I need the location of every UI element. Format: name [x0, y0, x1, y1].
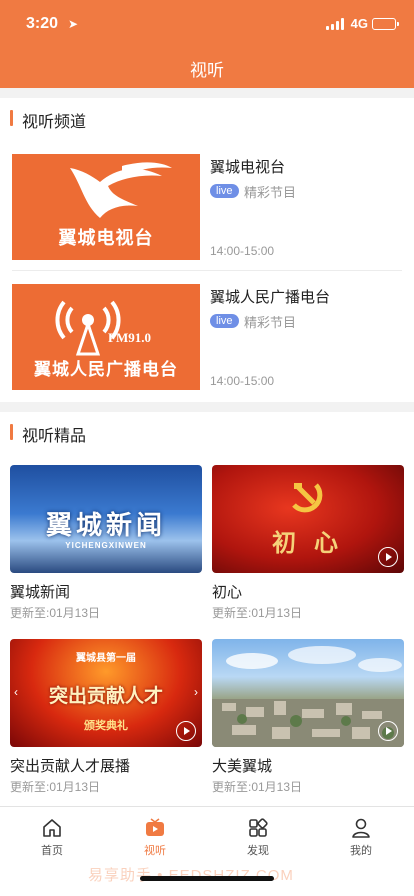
thumbnail-title: 翼城新闻 [45, 510, 166, 540]
divider [12, 270, 402, 271]
thumbnail-subtitle: YICHENGXINWEN [65, 541, 147, 550]
watermark-text: 易享助手 • EEDSHZIZ.COM [88, 867, 293, 884]
thumbnail-top-text: 翼城县第一届 [76, 653, 136, 664]
location-icon: ➤ [68, 17, 79, 31]
tv-play-icon [146, 818, 164, 836]
channels-section: 视听频道 翼城电视台 翼城电视台 live 精彩节目 14:00-15:00 F… [0, 98, 414, 402]
premium-section: 视听精品 翼城新闻 YICHENGXINWEN 翼城新闻 更新至:01月13日 … [0, 412, 414, 806]
tv-logo-text: 翼城电视台 [58, 228, 154, 248]
tab-home[interactable]: 首页 [0, 817, 104, 858]
live-badge: live [210, 314, 239, 328]
page-title: 视听 [190, 61, 224, 80]
app-header: 3:20 ➤ 4G 视听 [0, 0, 414, 88]
user-icon [352, 818, 370, 838]
video-title: 翼城新闻 [10, 584, 71, 601]
video-updated: 更新至:01月13日 [10, 606, 101, 620]
thumbnail-subtitle: 颁奖典礼 [84, 720, 128, 732]
video-updated: 更新至:01月13日 [212, 606, 303, 620]
video-updated: 更新至:01月13日 [212, 780, 303, 794]
video-thumbnail: 初 心 [212, 465, 404, 573]
home-icon [43, 819, 61, 837]
thumbnail-title: 突出贡献人才 [48, 686, 163, 707]
tab-label: 发现 [247, 845, 269, 857]
section-title: 视听频道 [22, 114, 87, 131]
video-updated: 更新至:01月13日 [10, 780, 101, 794]
radio-frequency: FM91.0 [108, 330, 151, 345]
status-bar: 3:20 ➤ 4G [0, 12, 414, 38]
channel-name: 翼城人民广播电台 [210, 289, 331, 306]
chevron-left-icon: ‹ [14, 685, 18, 699]
channel-time: 14:00-15:00 [210, 244, 275, 258]
channel-subtitle: 精彩节目 [244, 315, 297, 330]
tab-media[interactable]: 视听 [103, 817, 207, 858]
channel-subtitle: 精彩节目 [244, 185, 297, 200]
city-aerial-image [212, 646, 404, 747]
tab-label: 我的 [350, 845, 372, 857]
live-badge: live [210, 184, 239, 198]
channel-name: 翼城电视台 [210, 159, 286, 176]
video-title: 初心 [212, 584, 243, 601]
section-accent-bar [10, 110, 13, 126]
video-thumbnail: 翼城县第一届 突出贡献人才 颁奖典礼 ‹ › [10, 639, 202, 747]
video-title: 突出贡献人才展播 [10, 758, 131, 775]
play-icon [378, 547, 398, 567]
chevron-right-icon: › [194, 685, 198, 699]
section-accent-bar [10, 424, 13, 440]
radio-station-logo: FM91.0 翼城人民广播电台 [12, 284, 200, 390]
tab-discover[interactable]: 发现 [206, 817, 310, 858]
tv-station-logo: 翼城电视台 [12, 154, 200, 260]
signal-icon [326, 18, 344, 30]
video-thumbnail [212, 639, 404, 747]
home-indicator[interactable] [140, 876, 274, 881]
section-header: 视听精品 [0, 412, 414, 452]
play-icon [176, 721, 196, 741]
hammer-sickle-icon [292, 483, 323, 513]
tab-profile[interactable]: 我的 [309, 817, 413, 858]
channel-item-radio[interactable]: FM91.0 翼城人民广播电台 翼城人民广播电台 live 精彩节目 14:00… [0, 284, 414, 414]
thumbnail-title: 初 心 [272, 531, 344, 557]
video-title: 大美翼城 [212, 758, 273, 775]
tab-label: 首页 [41, 845, 63, 857]
channel-time: 14:00-15:00 [210, 374, 275, 388]
radio-logo-text: 翼城人民广播电台 [34, 360, 178, 379]
play-icon [378, 721, 398, 741]
network-label: 4G [350, 16, 368, 31]
battery-icon [372, 18, 399, 30]
discover-icon [249, 818, 268, 837]
section-header: 视听频道 [0, 98, 414, 138]
status-time: 3:20 [26, 15, 59, 32]
video-thumbnail: 翼城新闻 YICHENGXINWEN [10, 465, 202, 573]
section-title: 视听精品 [22, 428, 87, 445]
channel-item-tv[interactable]: 翼城电视台 翼城电视台 live 精彩节目 14:00-15:00 [0, 154, 414, 284]
tab-label: 视听 [144, 845, 166, 857]
radio-tower-icon [55, 300, 121, 356]
